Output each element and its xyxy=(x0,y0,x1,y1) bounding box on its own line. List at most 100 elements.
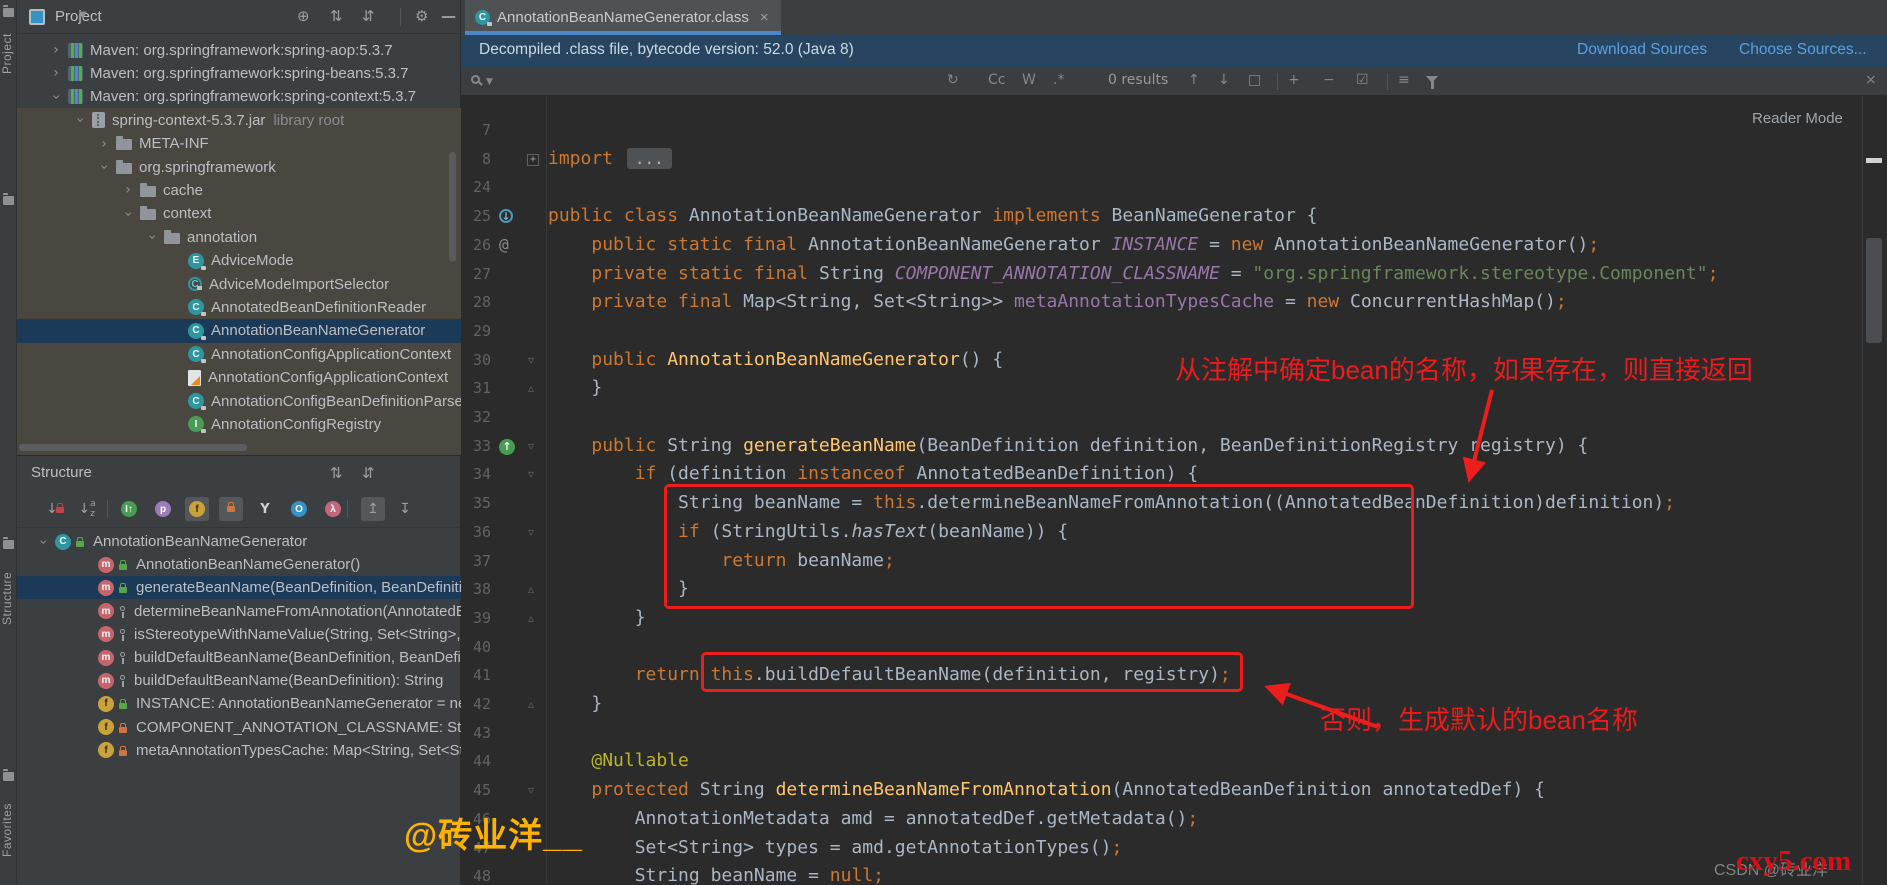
tree-item[interactable]: CAnnotationBeanNameGenerator xyxy=(17,319,461,343)
tree-item[interactable]: CAdviceModeImportSelector xyxy=(17,272,461,296)
autoscroll-to-source-icon[interactable]: ↥ xyxy=(361,497,385,521)
sort-by-visibility-icon[interactable]: ↓ xyxy=(43,497,67,521)
tree-arrow-icon[interactable]: › xyxy=(96,161,112,173)
choose-sources-link[interactable]: Choose Sources... xyxy=(1739,41,1867,59)
tree-item[interactable]: AnnotationConfigApplicationContext xyxy=(17,366,461,390)
tree-arrow-icon[interactable]: › xyxy=(48,91,64,103)
code-line[interactable]: AnnotationMetadata amd = annotatedDef.ge… xyxy=(548,805,1198,834)
tree-arrow-icon[interactable]: › xyxy=(72,114,88,126)
close-search-icon[interactable]: × xyxy=(1865,72,1877,88)
tree-arrow-icon[interactable]: › xyxy=(50,42,62,58)
close-icon[interactable]: × xyxy=(760,9,769,26)
code-line[interactable]: } xyxy=(548,690,602,719)
download-sources-link[interactable]: Download Sources xyxy=(1577,41,1707,59)
implemented-marker-icon[interactable]: ↓ xyxy=(499,209,513,223)
editor-scrollbar-thumb[interactable] xyxy=(1866,238,1882,343)
filter-icon[interactable] xyxy=(1426,76,1438,83)
override-marker-icon[interactable]: ↑ xyxy=(499,439,515,455)
stripe-favorites-label[interactable]: Favorites xyxy=(0,790,17,870)
fold-marker-icon[interactable]: ▵ xyxy=(528,604,534,633)
tree-item[interactable]: ›spring-context-5.3.7.jarlibrary root xyxy=(17,108,461,132)
code-line[interactable]: } xyxy=(548,604,646,633)
code-line[interactable]: @Nullable xyxy=(548,747,689,776)
structure-item[interactable]: fINSTANCE: AnnotationBeanNameGenerator =… xyxy=(17,692,461,715)
fold-marker-icon[interactable]: ▿ xyxy=(528,460,534,489)
add-selection-icon[interactable]: + xyxy=(1288,72,1300,88)
sort-alphabetically-icon[interactable]: ↓az xyxy=(75,497,99,521)
expand-all-icon[interactable]: ⇅ xyxy=(330,7,343,25)
structure-item[interactable]: mdetermineBeanNameFromAnnotation(Annotat… xyxy=(17,600,461,623)
chevron-down-icon[interactable]: ▼ xyxy=(79,10,87,21)
structure-item[interactable]: misStereotypeWithNameValue(String, Set<S… xyxy=(17,623,461,646)
tree-arrow-icon[interactable]: › xyxy=(122,182,134,198)
remove-selection-icon[interactable]: − xyxy=(1323,72,1335,88)
stripe-structure-label[interactable]: Structure xyxy=(0,558,17,638)
code-line[interactable]: String beanName = null; xyxy=(548,862,884,885)
show-lambdas-icon[interactable]: λ xyxy=(321,497,345,521)
folder-icon[interactable] xyxy=(3,196,14,205)
tree-arrow-icon[interactable]: › xyxy=(50,65,62,81)
code-line[interactable]: } xyxy=(548,374,602,403)
code-line[interactable]: private final Map<String, Set<String>> m… xyxy=(548,288,1567,317)
show-properties-icon[interactable]: p xyxy=(151,497,175,521)
tree-item[interactable]: ›org.springframework xyxy=(17,155,461,179)
tree-item[interactable]: IAnnotationConfigRegistry xyxy=(17,412,461,436)
tree-item[interactable]: ›cache xyxy=(17,178,461,202)
collapse-all-icon[interactable]: ⇵ xyxy=(362,7,375,25)
code-line[interactable]: private static final String COMPONENT_AN… xyxy=(548,260,1718,289)
code-line[interactable]: Set<String> types = amd.getAnnotationTyp… xyxy=(548,834,1122,863)
tree-item[interactable]: ›context xyxy=(17,202,461,226)
group-methods-icon[interactable]: Y xyxy=(253,497,277,521)
project-tree-scrollbar[interactable] xyxy=(449,152,456,262)
check-selection-icon[interactable]: ☑ xyxy=(1356,72,1369,88)
expand-all-icon[interactable]: ⇅ xyxy=(330,464,343,482)
favorites-tool-icon[interactable] xyxy=(3,772,14,781)
tab-annotationbeannamegenerator[interactable]: C AnnotationBeanNameGenerator.class × xyxy=(465,0,781,35)
tree-item[interactable]: CAnnotationConfigApplicationContext xyxy=(17,342,461,366)
tree-item[interactable]: ›Maven: org.springframework:spring-aop:5… xyxy=(17,38,461,62)
structure-item[interactable]: ›CAnnotationBeanNameGenerator xyxy=(17,530,461,553)
tree-item[interactable]: ›Maven: org.springframework:spring-beans… xyxy=(17,61,461,85)
gear-icon[interactable]: ⚙ xyxy=(415,7,428,25)
project-tree-hscrollbar[interactable] xyxy=(19,444,247,451)
code-line[interactable]: public String generateBeanName(BeanDefin… xyxy=(548,432,1588,461)
code-line[interactable]: public class AnnotationBeanNameGenerator… xyxy=(548,202,1317,231)
tree-arrow-icon[interactable]: › xyxy=(144,231,160,243)
filter-lines-icon[interactable]: ≡ xyxy=(1398,72,1410,88)
tree-arrow-icon[interactable]: › xyxy=(98,136,110,152)
code-line[interactable]: protected String determineBeanNameFromAn… xyxy=(548,776,1545,805)
tree-arrow-icon[interactable]: › xyxy=(35,536,51,548)
code-line[interactable]: public AnnotationBeanNameGenerator() { xyxy=(548,346,1003,375)
structure-item[interactable]: mAnnotationBeanNameGenerator() xyxy=(17,553,461,576)
tree-item[interactable]: ›annotation xyxy=(17,225,461,249)
tree-item[interactable]: CAnnotationConfigBeanDefinitionParser xyxy=(17,389,461,413)
structure-tool-icon[interactable] xyxy=(3,540,14,549)
autoscroll-from-source-icon[interactable]: ↧ xyxy=(393,497,417,521)
regex-toggle[interactable]: .* xyxy=(1053,72,1064,88)
hide-panel-icon[interactable]: — xyxy=(441,7,456,25)
chevron-down-icon[interactable]: ▼ xyxy=(486,77,493,87)
collapse-all-icon[interactable]: ⇵ xyxy=(362,464,375,482)
fold-marker-icon[interactable]: ▵ xyxy=(528,690,534,719)
fold-marker-icon[interactable]: ▵ xyxy=(528,374,534,403)
reader-mode-label[interactable]: Reader Mode xyxy=(1752,110,1843,127)
structure-item[interactable]: fCOMPONENT_ANNOTATION_CLASSNAME: String xyxy=(17,716,461,739)
structure-item[interactable]: mbuildDefaultBeanName(BeanDefinition, Be… xyxy=(17,646,461,669)
tree-item[interactable]: EAdviceMode xyxy=(17,249,461,273)
words-toggle[interactable]: W xyxy=(1022,72,1036,88)
stripe-project-label[interactable]: Project xyxy=(0,24,17,84)
fold-marker-icon[interactable]: ▿ xyxy=(528,776,534,805)
locate-icon[interactable]: ⊕ xyxy=(297,7,310,25)
project-tool-icon[interactable] xyxy=(3,8,14,17)
next-occurrence-icon[interactable]: ↓ xyxy=(1218,72,1230,88)
code-line[interactable]: import ... xyxy=(548,145,672,174)
show-fields-icon[interactable]: f xyxy=(185,497,209,521)
show-inherited-icon[interactable]: I↑ xyxy=(117,497,141,521)
tree-item[interactable]: ›Maven: org.springframework:spring-conte… xyxy=(17,85,461,109)
fold-marker-icon[interactable]: ▿ xyxy=(528,346,534,375)
structure-item[interactable]: fmetaAnnotationTypesCache: Map<String, S… xyxy=(17,739,461,762)
show-non-public-icon[interactable] xyxy=(219,497,243,521)
match-case-toggle[interactable]: Cc xyxy=(988,72,1005,88)
code-line[interactable]: public static final AnnotationBeanNameGe… xyxy=(548,231,1599,260)
structure-panel-title[interactable]: Structure xyxy=(31,464,92,481)
